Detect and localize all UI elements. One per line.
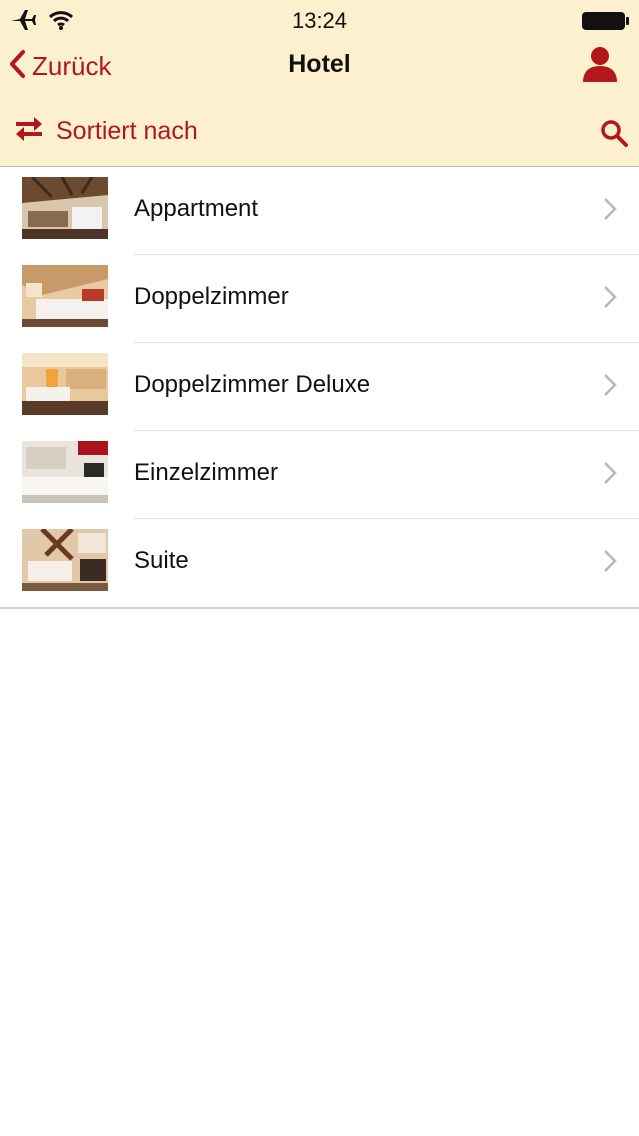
status-bar: 13:24 <box>0 0 639 40</box>
list-item[interactable]: Doppelzimmer Deluxe <box>0 343 639 431</box>
swap-arrows-icon <box>12 114 46 149</box>
room-list: Appartment Doppelzimmer Doppelzimmer Del… <box>0 167 639 609</box>
sort-button[interactable]: Sortiert nach <box>12 114 198 149</box>
user-icon[interactable] <box>581 44 619 89</box>
search-icon[interactable] <box>599 118 629 153</box>
room-photo <box>22 177 108 239</box>
battery-icon <box>581 10 631 37</box>
app-header: 13:24 Zurück Hotel Sortiert nach <box>0 0 639 167</box>
room-name: Einzelzimmer <box>134 459 279 486</box>
list-item[interactable]: Suite <box>0 519 639 607</box>
room-photo <box>22 441 108 503</box>
chevron-right-icon <box>603 373 617 402</box>
room-photo <box>22 353 108 415</box>
status-time: 13:24 <box>291 8 348 33</box>
sort-label: Sortiert nach <box>56 117 198 145</box>
navigation-bar: Zurück Hotel <box>0 40 639 92</box>
sort-toolbar: Sortiert nach <box>0 108 639 158</box>
list-item[interactable]: Appartment <box>0 167 639 255</box>
room-name: Suite <box>134 547 189 574</box>
chevron-right-icon <box>603 461 617 490</box>
chevron-right-icon <box>603 549 617 578</box>
room-photo <box>22 529 108 591</box>
list-item[interactable]: Einzelzimmer <box>0 431 639 519</box>
room-name: Appartment <box>134 195 259 222</box>
room-photo <box>22 265 108 327</box>
room-name: Doppelzimmer Deluxe <box>134 371 371 398</box>
chevron-right-icon <box>603 197 617 226</box>
list-item[interactable]: Doppelzimmer <box>0 255 639 343</box>
room-name: Doppelzimmer <box>134 283 289 310</box>
chevron-right-icon <box>603 285 617 314</box>
page-title: Hotel <box>288 50 351 78</box>
